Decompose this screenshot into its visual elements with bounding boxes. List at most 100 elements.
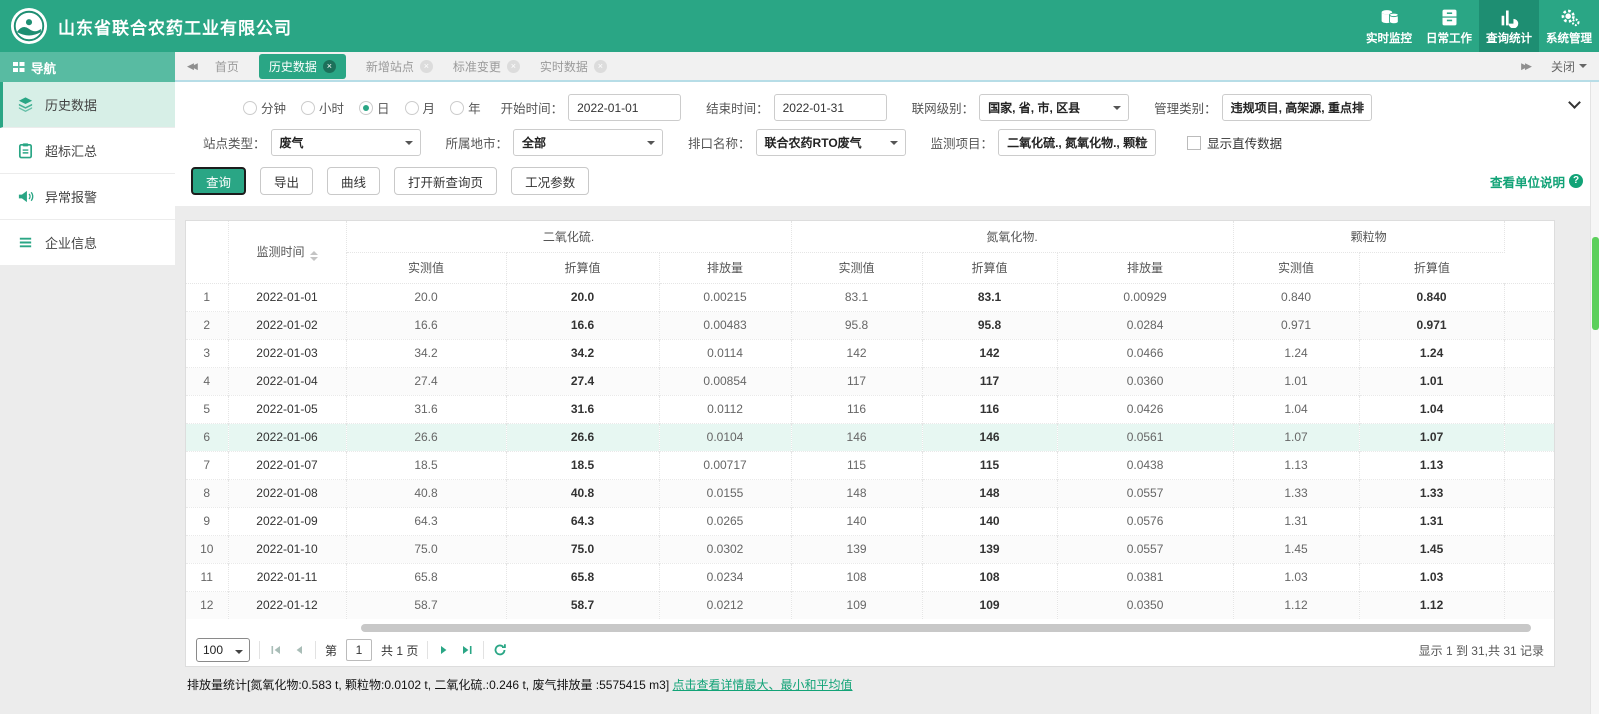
chevron-down-icon [1113,106,1122,114]
site-type-label: 站点类型： [203,137,266,151]
value-cell: 146 [922,422,1058,451]
monitor-items-select[interactable]: 二氧化硫., 氮氧化物., 颗粒 [998,129,1157,156]
value-cell: 142 [791,338,923,367]
table-row[interactable]: 4 2022-01-04 27.4 27.4 0.00854 117 117 0.0360 1.… [186,366,1555,395]
monitor-time-col-header[interactable]: 监测时间 [228,221,347,284]
scroll-tabs-left-icon[interactable]: ◀◀ [187,61,198,72]
last-page-button[interactable] [460,643,474,657]
menu-realtime-monitor[interactable]: 实时监控 [1359,0,1419,52]
sidebar-item-history-data[interactable]: 历史数据 [0,82,175,128]
table-row[interactable]: 8 2022-01-08 40.8 40.8 0.0155 148 148 0.0557 1.3… [186,478,1555,507]
detail-link[interactable]: 点击查看详情最大、最小和平均值 [673,678,853,692]
table-row[interactable]: 7 2022-01-07 18.5 18.5 0.00717 115 115 0.0438 1.… [186,450,1555,479]
page-number-input[interactable]: 1 [346,639,373,661]
tab-realtime-data[interactable]: 实时数据 × [540,58,607,75]
value-cell: 0.0381 [1057,562,1234,591]
close-icon[interactable]: × [322,59,336,73]
table-row[interactable]: 2 2022-01-02 16.6 16.6 0.00483 95.8 95.8 0.0284… [186,310,1555,339]
city-label: 所属地市： [445,137,509,151]
value-cell: 1.07 [1233,422,1360,451]
vertical-scrollbar-thumb[interactable] [1592,237,1599,330]
menu-system-manage[interactable]: 系统管理 [1539,0,1599,52]
network-level-select[interactable]: 国家, 省, 市, 区县 [979,94,1130,121]
value-cell: 1.04 [1359,394,1505,423]
value-cell: 148 [791,478,923,507]
menu-label: 实时监控 [1366,32,1412,45]
table-row[interactable]: 1 2022-01-01 20.0 20.0 0.00215 83.1 83.1 0.0092… [186,283,1554,311]
value-cell: 58.7 [506,590,660,619]
grid-icon [13,62,25,72]
page-size-select[interactable]: 100 [196,638,250,662]
tab-new-station[interactable]: 新增站点 × [366,58,433,75]
period-radio-group: 分钟 小时 日 月 年 [243,98,481,117]
tab-history-data[interactable]: 历史数据 × [258,53,346,79]
curve-button[interactable]: 曲线 [327,167,381,195]
so2-group-header: 二氧化硫. [346,221,792,253]
monitor-time-cell: 2022-01-02 [228,310,347,339]
first-page-button[interactable] [269,643,283,657]
menu-daily-work[interactable]: 日常工作 [1419,0,1479,52]
start-time-label: 开始时间： [500,102,564,116]
close-tabs-dropdown[interactable]: 关闭 [1551,58,1587,75]
table-row[interactable]: 6 2022-01-06 26.6 26.6 0.0104 146 146 0.0561 1.0… [186,422,1555,451]
company-logo-icon [10,7,48,45]
end-time-input[interactable]: 2022-01-31 [773,94,887,121]
nox-group-header: 氮氧化物. [791,221,1234,253]
records-info: 显示 1 到 31,共 31 记录 [1418,643,1544,658]
prev-page-button[interactable] [292,643,306,657]
close-tabs-label: 关闭 [1550,59,1575,74]
divider [483,641,485,659]
chevron-down-icon [1140,141,1149,149]
table-row[interactable]: 11 2022-01-11 65.8 65.8 0.0234 108 108 0.0381 1.… [186,562,1555,591]
tab-standard-change[interactable]: 标准变更 × [453,58,520,75]
open-new-query-button[interactable]: 打开新查询页 [394,167,498,195]
table-row[interactable]: 12 2022-01-12 58.7 58.7 0.0212 109 109 0.0350 1.… [186,590,1555,619]
table-row[interactable]: 10 2022-01-10 75.0 75.0 0.0302 139 139 0.0557 1.… [186,534,1555,563]
outlet-select[interactable]: 联合农药RTO废气 [755,129,906,156]
tab-home[interactable]: 首页 [215,58,239,75]
horizontal-scrollbar-thumb[interactable] [361,624,1531,632]
start-time-input[interactable]: 2022-01-01 [568,94,682,121]
period-radio-hour[interactable]: 小时 [301,98,344,117]
sidebar-item-enterprise-info[interactable]: 企业信息 [0,220,175,266]
export-button[interactable]: 导出 [260,167,314,195]
close-icon[interactable]: × [593,59,607,73]
row-index: 6 [186,422,229,451]
period-radio-month[interactable]: 月 [404,98,435,117]
sort-icon[interactable] [309,250,318,261]
next-page-button[interactable] [437,643,451,657]
monitor-time-cell: 2022-01-03 [228,338,347,367]
table-row[interactable]: 5 2022-01-05 31.6 31.6 0.0112 116 116 0.0426 1.0… [186,394,1555,423]
period-radio-day[interactable]: 日 [359,98,390,117]
scroll-tabs-right-icon[interactable]: ▶▶ [1521,61,1532,72]
unit-description-link[interactable]: 查看单位说明 ? [1490,172,1583,191]
value-cell: 31.6 [506,394,660,423]
query-button[interactable]: 查询 [191,167,247,195]
direct-data-checkbox-wrap[interactable]: 显示直传数据 [1187,133,1282,152]
condition-params-button[interactable]: 工况参数 [511,167,590,195]
period-radio-minute[interactable]: 分钟 [243,98,286,117]
table-row[interactable]: 9 2022-01-09 64.3 64.3 0.0265 140 140 0.0576 1.3… [186,506,1555,535]
site-type-select[interactable]: 废气 [270,129,421,156]
refresh-button[interactable] [493,643,507,657]
value-cell: 0.00483 [659,310,792,339]
sidebar-item-exceed-summary[interactable]: 超标汇总 [0,128,175,174]
close-icon[interactable]: × [419,59,433,73]
value-cell: 0.00215 [659,283,792,311]
manage-type-label: 管理类别： [1154,102,1217,116]
menu-query-stats[interactable]: 查询统计 [1479,0,1539,52]
table-row[interactable]: 3 2022-01-03 34.2 34.2 0.0114 142 142 0.0466 1.2… [186,338,1555,367]
next-page-icon [441,646,447,654]
manage-type-select[interactable]: 违规项目, 高架源, 重点排 [1221,94,1372,121]
value-cell: 0.0466 [1057,338,1234,367]
emission-stats: 排放量统计[氮氧化物:0.583 t, 颗粒物:0.0102 t, 二氧化硫.:… [187,676,1599,693]
value-cell: 0.0302 [659,534,792,563]
period-radio-year[interactable]: 年 [450,98,481,117]
city-select[interactable]: 全部 [513,129,664,156]
value-cell: 1.13 [1359,450,1505,479]
close-icon[interactable]: × [506,59,520,73]
padding-cell [1504,310,1555,339]
sidebar-item-abnormal-alarm[interactable]: 异常报警 [0,174,175,220]
value-cell: 140 [791,506,923,535]
checkbox-icon[interactable] [1187,135,1202,150]
